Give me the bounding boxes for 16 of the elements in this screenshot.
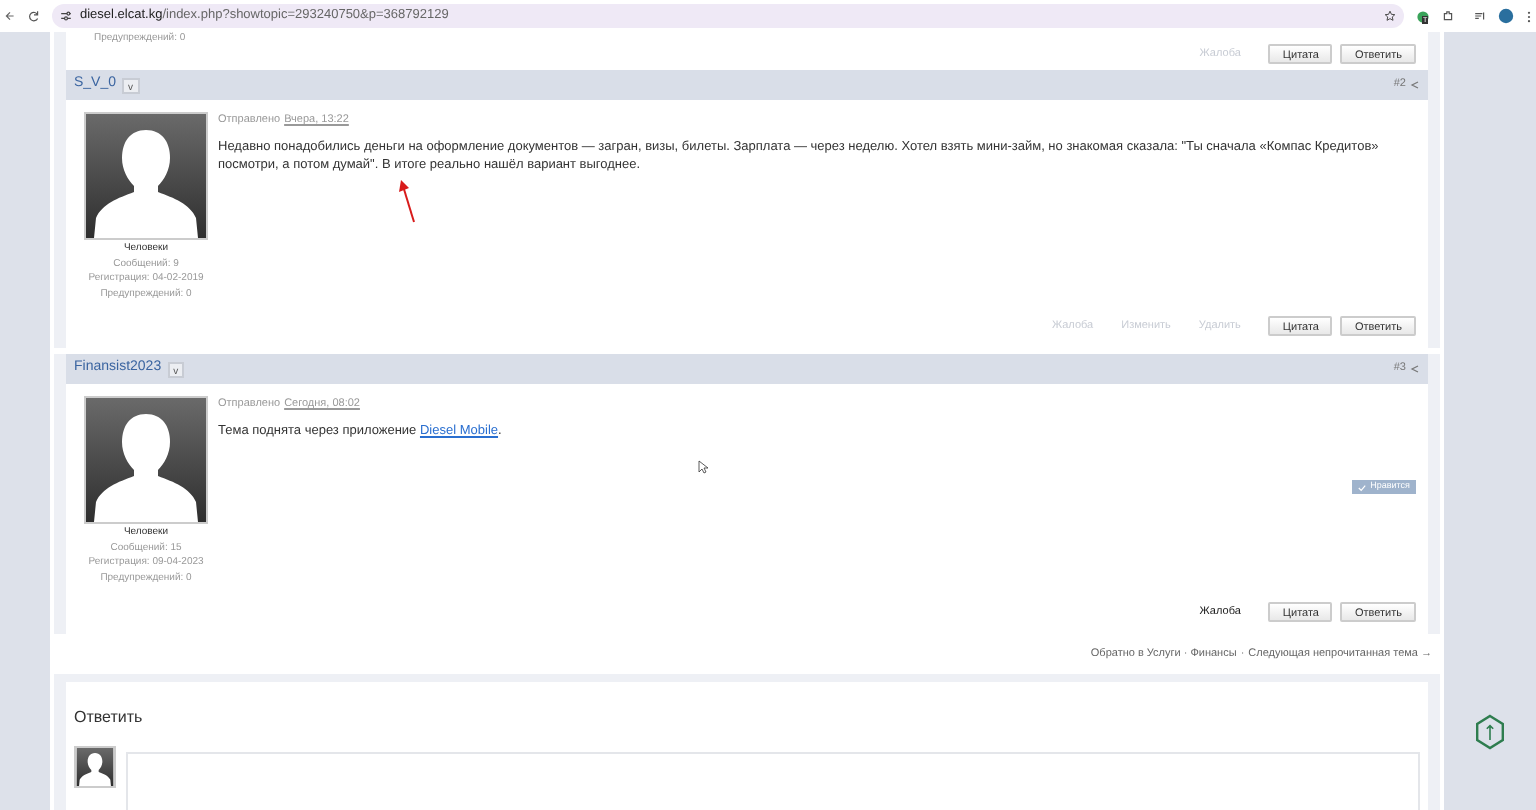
- share-icon[interactable]: [1410, 80, 1420, 90]
- avatar-silhouette-icon: [84, 396, 208, 524]
- profile-avatar-icon[interactable]: [1498, 8, 1514, 24]
- avatar-silhouette-icon: [84, 112, 208, 240]
- share-icon[interactable]: [1410, 364, 1420, 374]
- puzzle-icon[interactable]: [1442, 10, 1454, 22]
- reload-icon[interactable]: [28, 10, 40, 22]
- back-icon[interactable]: [4, 10, 16, 22]
- reply-title: Ответить: [74, 708, 143, 727]
- media-icon[interactable]: [1474, 10, 1486, 22]
- check-icon: [1358, 483, 1367, 492]
- star-icon[interactable]: [1384, 10, 1396, 22]
- avatar-silhouette-icon: [74, 746, 116, 789]
- scroll-to-top-icon[interactable]: [1474, 714, 1506, 750]
- more-icon[interactable]: [1526, 9, 1532, 23]
- site-info-icon[interactable]: [60, 10, 72, 22]
